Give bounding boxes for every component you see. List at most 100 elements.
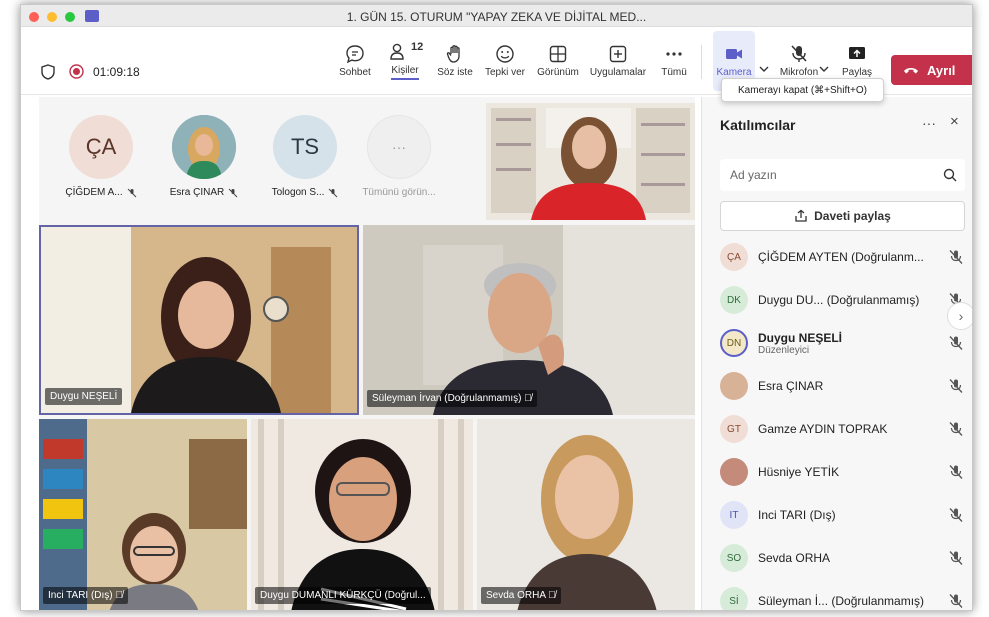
camera-tooltip: Kamerayı kapat (⌘+Shift+O) xyxy=(721,78,884,102)
meeting-timer: 01:09:18 xyxy=(93,65,140,79)
share-screen-icon xyxy=(849,47,865,59)
camera-label: Kamera xyxy=(716,67,752,78)
participant-row[interactable]: IT Inci TARI (Dış) xyxy=(720,495,970,535)
smiley-icon xyxy=(496,45,514,63)
video-camera-icon xyxy=(726,49,742,59)
video-tile[interactable]: Inci TARI (Dış) 🎙̸ xyxy=(39,419,247,610)
mic-off-icon xyxy=(949,250,963,264)
room-background-icon xyxy=(41,227,357,413)
recording-icon xyxy=(69,64,84,79)
participant-name: Inci TARI (Dış) xyxy=(758,508,836,522)
participant-name: Esra ÇINAR xyxy=(169,187,225,198)
participant-row[interactable]: DK Duygu DU... (Doğrulanmamış) xyxy=(720,280,970,320)
esra-photo-icon xyxy=(172,115,236,179)
participant-row[interactable]: SO Sevda ORHA xyxy=(720,538,970,578)
leave-button[interactable]: Ayrıl xyxy=(891,55,972,85)
video-tile[interactable]: Sevda ORHA 🎙̸ xyxy=(477,419,695,610)
leave-label: Ayrıl xyxy=(927,62,956,78)
participant-row[interactable]: DN Duygu NEŞELİ Düzenleyici xyxy=(720,323,970,363)
more-avatar: ··· xyxy=(367,115,431,179)
mic-off-icon xyxy=(228,188,238,197)
title-bar: 1. GÜN 15. OTURUM "YAPAY ZEKA VE DİJİTAL… xyxy=(21,5,972,27)
tile-name-label: Süleyman İrvan (Doğrulanmamış) 🎙̸ xyxy=(367,390,537,407)
people-button[interactable]: 12 Kişiler xyxy=(383,31,427,91)
tile-name-label: Inci TARI (Dış) 🎙̸ xyxy=(43,587,128,604)
video-tile-active-speaker[interactable]: Duygu NEŞELİ xyxy=(39,225,359,415)
see-all-label: Tümünü görün... xyxy=(362,187,436,198)
raise-hand-button[interactable]: Söz iste xyxy=(435,31,475,91)
people-icon xyxy=(390,43,404,60)
participant-avatar xyxy=(720,372,748,400)
search-participants-input[interactable]: Ad yazın xyxy=(720,159,965,191)
video-stage: ÇA ÇİĞDEM A... Esra ÇINAR TS Tologon S..… xyxy=(39,97,695,610)
more-button[interactable]: Tümü xyxy=(657,31,691,91)
panel-more-icon[interactable]: ··· xyxy=(922,115,936,131)
mic-off-icon xyxy=(329,188,338,197)
participant-row[interactable]: Sİ Süleyman İ... (Doğrulanmamış) xyxy=(720,581,970,610)
close-panel-icon[interactable]: × xyxy=(950,113,959,130)
participant-avatar: ÇA xyxy=(720,243,748,271)
participant-row[interactable]: ÇA ÇİĞDEM AYTEN (Doğrulanm... xyxy=(720,237,970,277)
strip-participant[interactable]: TS Tologon S... xyxy=(265,115,345,198)
participant-name: Esra ÇINAR xyxy=(758,379,824,393)
window-title: 1. GÜN 15. OTURUM "YAPAY ZEKA VE DİJİTAL… xyxy=(346,10,647,24)
strip-participant[interactable]: ÇA ÇİĞDEM A... xyxy=(61,115,141,198)
video-tile[interactable]: Süleyman İrvan (Doğrulanmamış) 🎙̸ xyxy=(363,225,695,415)
participant-name: Süleyman İrvan (Doğrulanmamış) xyxy=(372,393,522,404)
video-tile[interactable] xyxy=(486,103,695,220)
participant-avatar: IT xyxy=(720,501,748,529)
chat-button[interactable]: Sohbet xyxy=(335,31,375,91)
add-app-icon xyxy=(609,45,627,63)
strip-participant-name: Tologon S... xyxy=(272,187,339,198)
react-label: Tepki ver xyxy=(484,67,525,78)
participant-row[interactable]: Esra ÇINAR xyxy=(720,366,970,406)
strip-participant-name: Esra ÇINAR xyxy=(170,187,238,198)
participant-name-block: Duygu NEŞELİ Düzenleyici xyxy=(758,331,943,356)
video-tile[interactable]: Duygu DUMANLI KÜRKÇÜ (Doğrul... xyxy=(251,419,473,610)
apps-label: Uygulamalar xyxy=(589,67,647,78)
react-button[interactable]: Tepki ver xyxy=(481,31,529,91)
participant-name-block: Hüsniye YETİK xyxy=(758,465,943,479)
participant-name-block: Sevda ORHA xyxy=(758,551,943,565)
mic-off-icon xyxy=(949,508,963,522)
participant-name-block: Süleyman İ... (Doğrulanmamış) xyxy=(758,594,943,608)
chat-icon xyxy=(346,45,364,64)
invite-label: Daveti paylaş xyxy=(814,209,891,223)
search-icon xyxy=(943,168,957,182)
participant-name-block: Gamze AYDIN TOPRAK xyxy=(758,422,943,436)
mic-off-icon xyxy=(949,422,963,436)
mic-off-icon xyxy=(791,45,807,62)
hang-up-icon xyxy=(904,68,918,74)
participant-avatar: Sİ xyxy=(720,587,748,610)
participant-name: Inci TARI (Dış) xyxy=(48,590,113,601)
mic-off-icon: 🎙̸ xyxy=(548,590,556,601)
strip-participant[interactable]: Esra ÇINAR xyxy=(164,115,244,198)
view-label: Görünüm xyxy=(537,67,579,78)
participant-name: Duygu DU... (Doğrulanmamış) xyxy=(758,293,920,307)
camera-options-chevron-icon[interactable] xyxy=(759,65,769,73)
see-all-button[interactable]: ··· Tümünü görün... xyxy=(359,115,439,198)
panel-title: Katılımcılar xyxy=(720,117,796,133)
apps-button[interactable]: Uygulamalar xyxy=(587,31,649,91)
participant-row[interactable]: GT Gamze AYDIN TOPRAK xyxy=(720,409,970,449)
mic-options-chevron-icon[interactable] xyxy=(819,65,829,73)
participant-avatar: DK xyxy=(720,286,748,314)
scroll-right-button[interactable]: › xyxy=(947,302,972,330)
bookshelf-background-icon xyxy=(486,103,695,220)
mic-off-icon xyxy=(949,336,963,350)
participant-avatar: SO xyxy=(720,544,748,572)
mic-off-icon: 🎙̸ xyxy=(524,393,532,404)
shield-icon xyxy=(41,64,55,80)
chat-label: Sohbet xyxy=(339,67,371,78)
participant-name: Gamze AYDIN TOPRAK xyxy=(758,422,888,436)
share-invite-button[interactable]: Daveti paylaş xyxy=(720,201,965,231)
participant-name: Süleyman İ... (Doğrulanmamış) xyxy=(758,594,925,608)
view-button[interactable]: Görünüm xyxy=(533,31,583,91)
participant-row[interactable]: Hüsniye YETİK xyxy=(720,452,970,492)
participant-avatar: GT xyxy=(720,415,748,443)
participant-name-block: Inci TARI (Dış) xyxy=(758,508,943,522)
shelf-background-icon xyxy=(39,419,247,610)
participant-name: Sevda ORHA xyxy=(758,551,831,565)
hand-icon xyxy=(446,45,460,63)
more-label: Tümü xyxy=(661,67,687,78)
